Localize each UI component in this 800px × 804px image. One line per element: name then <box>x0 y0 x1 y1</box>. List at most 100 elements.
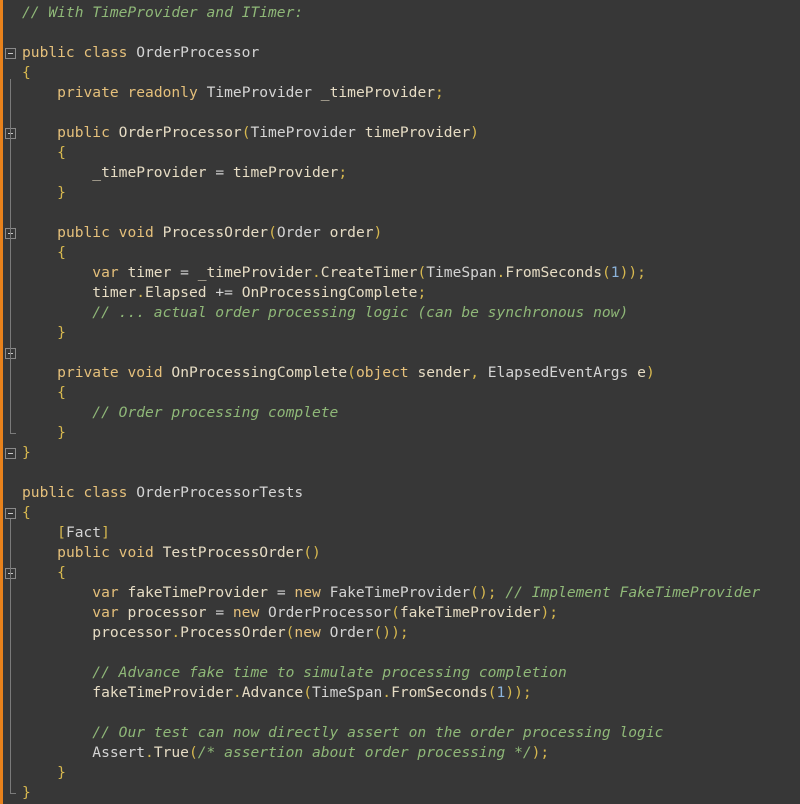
code-comment: // With TimeProvider and ITimer: <box>22 4 304 21</box>
code-line[interactable]: var timer = _timeProvider.CreateTimer(Ti… <box>22 263 800 283</box>
code-token: OrderProcessor <box>136 44 260 61</box>
code-line[interactable] <box>22 463 800 483</box>
code-token: TestProcessOrder <box>162 544 304 561</box>
fold-toggle-icon[interactable] <box>5 48 16 59</box>
code-line[interactable]: { <box>22 243 800 263</box>
fold-toggle-icon[interactable] <box>5 448 16 459</box>
code-line[interactable]: // Advance fake time to simulate process… <box>22 663 800 683</box>
code-token: e <box>637 364 646 381</box>
code-token: fakeTimeProvider <box>399 604 541 621</box>
code-line[interactable]: // Order processing complete <box>22 403 800 423</box>
fold-guide-end <box>10 433 16 434</box>
code-token: Advance <box>241 684 304 701</box>
code-line[interactable]: public void ProcessOrder(Order order) <box>22 223 800 243</box>
code-line[interactable]: _timeProvider = timeProvider; <box>22 163 800 183</box>
code-token: TimeProvider <box>250 124 356 141</box>
code-line[interactable]: } <box>22 783 800 803</box>
code-line[interactable]: private readonly TimeProvider _timeProvi… <box>22 83 800 103</box>
code-token: void <box>127 364 163 381</box>
code-line[interactable] <box>22 103 800 123</box>
code-line[interactable]: var processor = new OrderProcessor(fakeT… <box>22 603 800 623</box>
code-comment: // ... actual order processing logic (ca… <box>92 304 629 321</box>
code-line[interactable]: { <box>22 383 800 403</box>
code-line[interactable]: public OrderProcessor(TimeProvider timeP… <box>22 123 800 143</box>
code-token: Order <box>276 224 321 241</box>
code-token: ); <box>540 604 559 621</box>
code-line[interactable]: fakeTimeProvider.Advance(TimeSpan.FromSe… <box>22 683 800 703</box>
code-line[interactable]: // Our test can now directly assert on t… <box>22 723 800 743</box>
code-line[interactable]: private void OnProcessingComplete(object… <box>22 363 800 383</box>
code-token: timeProvider <box>364 124 471 141</box>
code-token: { <box>57 244 66 261</box>
fold-guide-line <box>10 79 11 433</box>
code-line[interactable]: { <box>22 63 800 83</box>
code-line[interactable]: // With TimeProvider and ITimer: <box>22 3 800 23</box>
code-token: ) <box>645 364 655 381</box>
code-line[interactable]: var fakeTimeProvider = new FakeTimeProvi… <box>22 583 800 603</box>
code-token: timer <box>127 264 172 281</box>
code-line[interactable]: } <box>22 423 800 443</box>
fold-gutter <box>3 0 18 804</box>
code-line[interactable] <box>22 203 800 223</box>
code-line[interactable]: public class OrderProcessorTests <box>22 483 800 503</box>
code-token: { <box>57 144 66 161</box>
code-token: = <box>206 604 233 621</box>
code-line[interactable]: { <box>22 143 800 163</box>
code-line[interactable] <box>22 703 800 723</box>
code-area[interactable]: // With TimeProvider and ITimer: public … <box>22 3 800 803</box>
code-token: TimeSpan <box>312 684 383 701</box>
code-line[interactable] <box>22 23 800 43</box>
code-token: . <box>382 684 392 701</box>
code-token: class <box>83 44 128 61</box>
code-line[interactable] <box>22 643 800 663</box>
code-token: FromSeconds <box>505 264 602 281</box>
code-line[interactable]: { <box>22 563 800 583</box>
code-token: _timeProvider <box>320 84 436 101</box>
code-line[interactable]: [Fact] <box>22 523 800 543</box>
code-comment: // Order processing complete <box>92 404 339 421</box>
code-line[interactable]: } <box>22 183 800 203</box>
code-comment: // Advance fake time to simulate process… <box>92 664 567 681</box>
code-editor[interactable]: // With TimeProvider and ITimer: public … <box>0 0 800 804</box>
code-line[interactable]: } <box>22 763 800 783</box>
code-token: True <box>153 744 189 761</box>
code-line[interactable]: } <box>22 443 800 463</box>
code-token: object <box>355 364 409 381</box>
code-line[interactable]: public void TestProcessOrder() <box>22 543 800 563</box>
code-token: . <box>171 624 181 641</box>
code-line[interactable]: { <box>22 503 800 523</box>
code-line[interactable]: // ... actual order processing logic (ca… <box>22 303 800 323</box>
code-line[interactable]: timer.Elapsed += OnProcessingComplete; <box>22 283 800 303</box>
code-token: } <box>22 444 31 461</box>
code-token: void <box>118 224 154 241</box>
code-line[interactable]: public class OrderProcessor <box>22 43 800 63</box>
fold-toggle-icon[interactable] <box>5 508 16 519</box>
code-token: processor <box>92 624 172 641</box>
code-token: { <box>22 64 31 81</box>
code-token: ( <box>601 264 611 281</box>
code-token: OrderProcessor <box>118 124 242 141</box>
code-line[interactable]: } <box>22 323 800 343</box>
code-line[interactable] <box>22 343 800 363</box>
code-token: var <box>92 584 119 601</box>
code-token: ; <box>435 84 444 101</box>
code-line[interactable]: Assert.True(/* assertion about order pro… <box>22 743 800 763</box>
code-token: sender <box>417 364 471 381</box>
code-token: private <box>57 84 119 101</box>
code-token: ProcessOrder <box>162 224 269 241</box>
code-line[interactable]: processor.ProcessOrder(new Order()); <box>22 623 800 643</box>
